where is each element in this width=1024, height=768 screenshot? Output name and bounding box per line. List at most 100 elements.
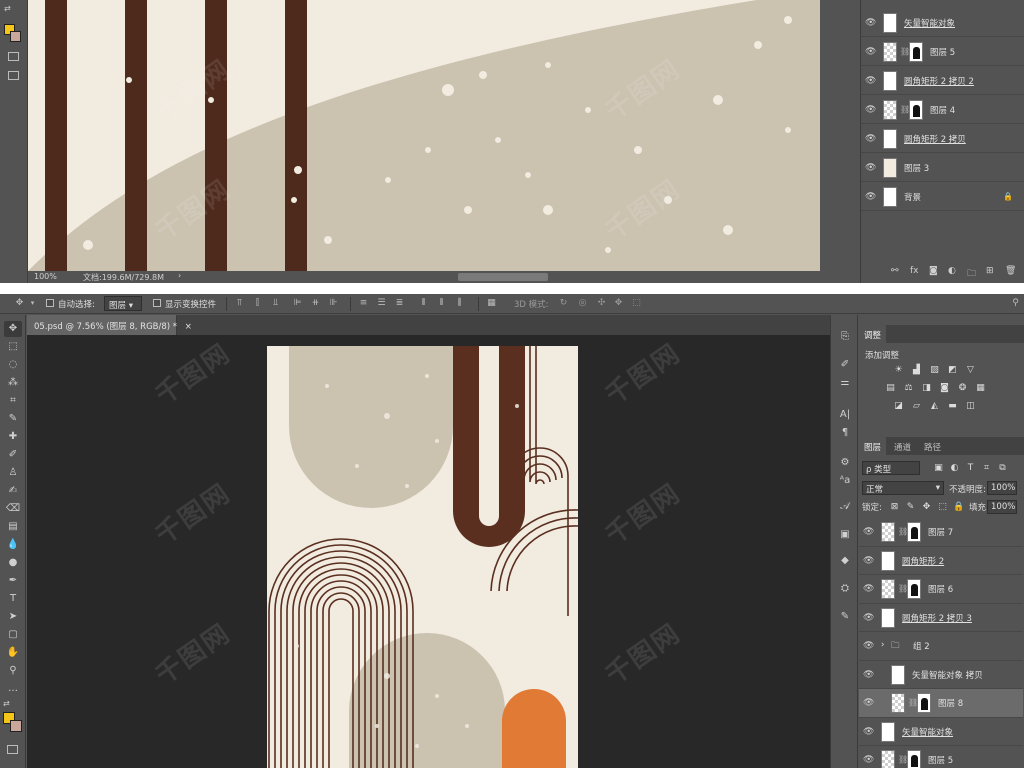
path-selection-tool-icon[interactable]: ➤ bbox=[4, 609, 22, 625]
curves-icon[interactable]: ▨ bbox=[929, 365, 940, 375]
chevron-down-icon[interactable]: ▾ bbox=[27, 298, 38, 309]
dodge-tool-icon[interactable]: ● bbox=[4, 555, 22, 571]
lock-position-icon[interactable]: ✥ bbox=[921, 502, 932, 512]
glyphs-panel-icon[interactable]: ᴬa bbox=[836, 473, 854, 489]
swap-colors-icon[interactable]: ⇄ bbox=[4, 4, 11, 13]
hand-tool-icon[interactable]: ✋ bbox=[4, 645, 22, 661]
align-left-icon[interactable]: ⊫ bbox=[292, 298, 303, 309]
move-tool-icon[interactable]: ✥ bbox=[4, 321, 22, 337]
roll-3d-icon[interactable]: ◎ bbox=[577, 298, 588, 309]
show-transform-checkbox[interactable] bbox=[153, 299, 161, 307]
photo-filter-icon[interactable]: ◙ bbox=[939, 383, 950, 393]
lock-artboard-icon[interactable]: ⬚ bbox=[937, 502, 948, 512]
layer-kind-filter[interactable]: ρ 类型 bbox=[862, 461, 920, 475]
layer-row[interactable]: 👁 矢量智能对象 拷贝 bbox=[859, 661, 1023, 689]
tab-channels[interactable]: 通道 bbox=[889, 437, 916, 455]
invert-icon[interactable]: ◪ bbox=[893, 401, 904, 411]
auto-align-icon[interactable]: ▦ bbox=[486, 298, 497, 309]
visibility-eye-icon[interactable]: 👁 bbox=[863, 556, 875, 566]
visibility-eye-icon[interactable]: 👁 bbox=[863, 755, 875, 765]
drag-3d-icon[interactable]: ✣ bbox=[596, 298, 607, 309]
status-arrow-icon[interactable]: › bbox=[178, 271, 181, 280]
fill-input[interactable]: 100% bbox=[987, 500, 1017, 514]
auto-select-checkbox[interactable] bbox=[46, 299, 54, 307]
layer-row[interactable]: 👁 ⛓ 图层 5 bbox=[861, 37, 1024, 66]
rotate-3d-icon[interactable]: ↻ bbox=[558, 298, 569, 309]
layer-row[interactable]: 👁 背景 🔒 bbox=[861, 182, 1024, 211]
link-layers-icon[interactable]: ⚯ bbox=[891, 266, 899, 276]
layer-row[interactable]: 👁 矢量智能对象 bbox=[861, 8, 1024, 37]
layer-row[interactable]: 👁 圆角矩形 2 拷贝 2 bbox=[861, 66, 1024, 95]
history-brush-tool-icon[interactable]: ✍ bbox=[4, 483, 22, 499]
distribute-bottom-icon[interactable]: ≣ bbox=[394, 298, 405, 309]
black-white-icon[interactable]: ◨ bbox=[921, 383, 932, 393]
canvas-workspace[interactable] bbox=[27, 335, 830, 768]
visibility-eye-icon[interactable]: 👁 bbox=[865, 192, 877, 202]
layer-row[interactable]: 👁 ⛓ 图层 6 bbox=[859, 575, 1023, 604]
add-mask-icon[interactable]: ◙ bbox=[929, 266, 938, 276]
levels-icon[interactable]: ▟ bbox=[911, 365, 922, 375]
history-panel-icon[interactable]: ⎘ bbox=[836, 329, 854, 345]
adjust-sliders-icon[interactable]: ⚌ bbox=[836, 375, 854, 391]
typeface-panel-icon[interactable]: 𝒜 bbox=[836, 499, 854, 515]
visibility-eye-icon[interactable]: 👁 bbox=[863, 613, 875, 623]
zoom-level[interactable]: 100% bbox=[34, 272, 57, 281]
tab-layers[interactable]: 图层 bbox=[859, 437, 887, 455]
image-panel-icon[interactable]: ▣ bbox=[836, 527, 854, 543]
visibility-eye-icon[interactable]: 👁 bbox=[865, 163, 877, 173]
opacity-input[interactable]: 100% bbox=[987, 481, 1017, 495]
visibility-eye-icon[interactable]: 👁 bbox=[865, 134, 877, 144]
crop-tool-icon[interactable]: ⌗ bbox=[4, 393, 22, 409]
distribute-right-icon[interactable]: ⫼ bbox=[454, 298, 465, 309]
layer-row[interactable]: 👁 ⛓ 图层 4 bbox=[861, 95, 1024, 124]
lock-pixels-icon[interactable]: ✎ bbox=[905, 502, 916, 512]
color-balance-icon[interactable]: ⚖ bbox=[903, 383, 914, 393]
tab-adjustments[interactable]: 调整 bbox=[859, 325, 887, 343]
visibility-eye-icon[interactable]: 👁 bbox=[865, 18, 877, 28]
layer-row[interactable]: 👁 圆角矩形 2 bbox=[859, 547, 1023, 575]
marquee-tool-icon[interactable]: ⬚ bbox=[4, 339, 22, 355]
pen-tool-icon[interactable]: ✒ bbox=[4, 573, 22, 589]
brightness-icon[interactable]: ☀ bbox=[893, 365, 904, 375]
delete-layer-icon[interactable]: 🗑 bbox=[1005, 266, 1016, 276]
color-lookup-icon[interactable]: ▦ bbox=[975, 383, 986, 393]
artboard[interactable] bbox=[267, 346, 578, 768]
more-tools-icon[interactable]: … bbox=[4, 681, 22, 697]
align-right-icon[interactable]: ⊪ bbox=[328, 298, 339, 309]
swap-colors-icon[interactable]: ⇄ bbox=[3, 699, 10, 708]
filter-smart-icon[interactable]: ⧉ bbox=[997, 463, 1008, 473]
visibility-eye-icon[interactable]: 👁 bbox=[865, 76, 877, 86]
brush-preset-icon[interactable]: ◆ bbox=[836, 553, 854, 569]
background-color-swatch[interactable] bbox=[10, 720, 22, 732]
gradient-tool-icon[interactable]: ▤ bbox=[4, 519, 22, 535]
visibility-eye-icon[interactable]: 👁 bbox=[865, 105, 877, 115]
layer-mask-thumbnail[interactable] bbox=[907, 750, 921, 768]
layer-mask-thumbnail[interactable] bbox=[907, 522, 921, 542]
visibility-eye-icon[interactable]: 👁 bbox=[863, 670, 875, 680]
close-tab-icon[interactable]: × bbox=[185, 322, 192, 332]
fx-icon[interactable]: fx bbox=[910, 266, 919, 276]
exposure-icon[interactable]: ◩ bbox=[947, 365, 958, 375]
move-tool-icon[interactable]: ✥ bbox=[14, 298, 25, 309]
lock-all-icon[interactable]: 🔒 bbox=[953, 502, 964, 512]
layer-row[interactable]: 👁 ⛓ 图层 5 bbox=[859, 746, 1023, 768]
layer-row[interactable]: 👁 ⛓ 图层 8 bbox=[859, 689, 1023, 718]
lasso-tool-icon[interactable]: ◌ bbox=[4, 357, 22, 373]
background-color-swatch[interactable] bbox=[10, 31, 21, 42]
filter-type-icon[interactable]: T bbox=[965, 463, 976, 473]
layer-mask-thumbnail[interactable] bbox=[917, 693, 931, 713]
slide-3d-icon[interactable]: ✥ bbox=[613, 298, 624, 309]
brush-tip-icon[interactable]: ✎ bbox=[836, 609, 854, 625]
visibility-eye-icon[interactable]: 👁 bbox=[863, 727, 875, 737]
adjustment-layer-icon[interactable]: ◐ bbox=[948, 266, 956, 276]
distribute-left-icon[interactable]: ⦀ bbox=[418, 298, 429, 309]
healing-brush-tool-icon[interactable]: ✚ bbox=[4, 429, 22, 445]
layer-row[interactable]: 👁 › 🗀 组 2 bbox=[859, 632, 1023, 661]
document-tab[interactable]: 05.psd @ 7.56% (图层 8, RGB/8) * × bbox=[27, 315, 192, 335]
selective-color-icon[interactable]: ◫ bbox=[965, 401, 976, 411]
channel-mixer-icon[interactable]: ❂ bbox=[957, 383, 968, 393]
layer-mask-thumbnail[interactable] bbox=[909, 100, 923, 120]
brush-tool-icon[interactable]: ✐ bbox=[4, 447, 22, 463]
layer-mask-thumbnail[interactable] bbox=[907, 579, 921, 599]
align-top-icon[interactable]: ⫪ bbox=[234, 298, 245, 309]
